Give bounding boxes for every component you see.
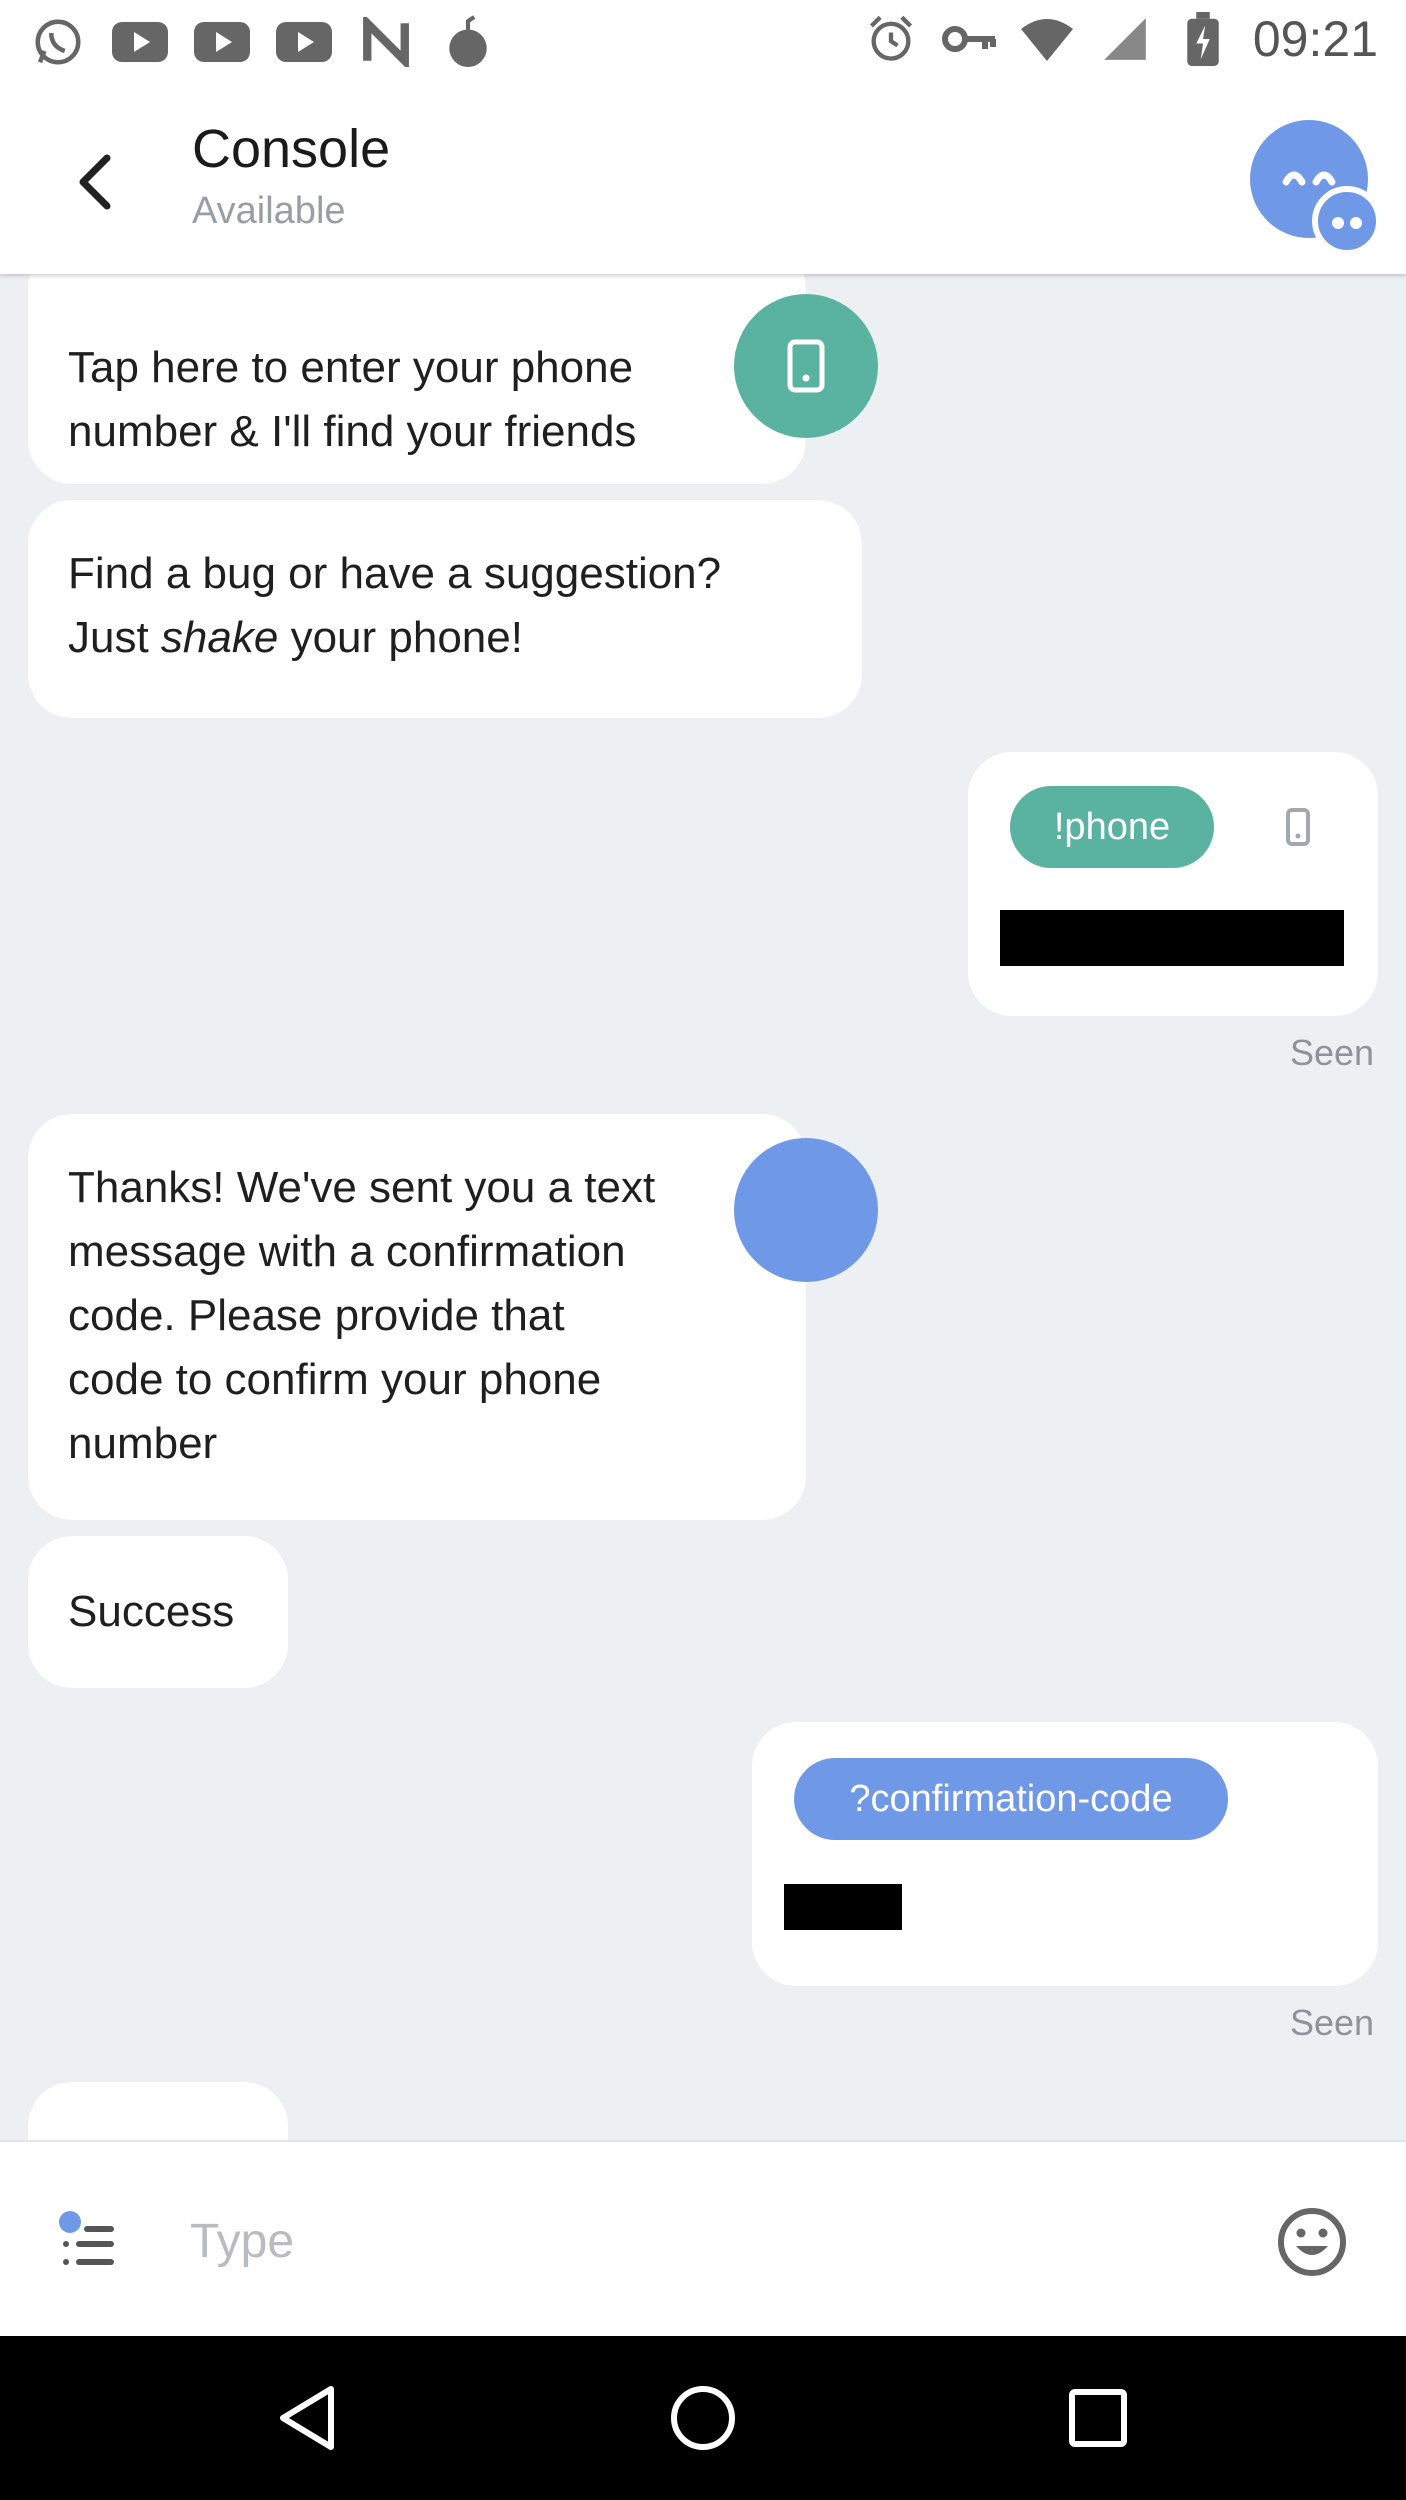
system-navigation-bar: [0, 2336, 1406, 2500]
bot-avatar-circle: [734, 1138, 878, 1282]
nav-home-button[interactable]: [663, 2378, 743, 2458]
message-list[interactable]: Tap here to enter your phone number & I'…: [0, 274, 1406, 2140]
message-text: code to confirm your phone: [68, 1355, 602, 1404]
back-triangle-icon: [280, 2386, 334, 2450]
message-bubble-incoming[interactable]: Success: [28, 1536, 288, 1688]
message-text: code. Please provide that: [68, 1291, 565, 1340]
message-text-part: your phone!: [278, 613, 523, 662]
redacted-confirmation-code: [784, 1884, 902, 1930]
youtube-icon: [276, 14, 332, 70]
message-input[interactable]: [190, 2196, 1190, 2286]
youtube-icon: [112, 14, 168, 70]
phone-icon: [1274, 798, 1322, 858]
system-icons: 09:21: [863, 10, 1378, 68]
message-bubble-incoming[interactable]: Tap here to enter your phone number & I'…: [28, 274, 806, 484]
alarm-icon: [863, 11, 919, 67]
message-text: Just shake your phone!: [68, 606, 822, 670]
smiley-icon: [1278, 2208, 1346, 2276]
youtube-icon: [194, 14, 250, 70]
avatar-badge: [1312, 186, 1382, 256]
recents-square-icon: [1069, 2389, 1127, 2447]
bomb-icon: [440, 14, 496, 70]
composer: [0, 2140, 1406, 2336]
read-receipt: Seen: [1290, 2002, 1375, 2043]
home-circle-icon: [671, 2386, 735, 2450]
wifi-icon: [1019, 11, 1075, 67]
phone-action-button[interactable]: [734, 294, 878, 438]
message-text: Find a bug or have a suggestion?: [68, 549, 722, 598]
message-text: Tap here to enter your phone: [68, 343, 634, 392]
clock-time: 09:21: [1252, 11, 1378, 67]
commands-list-icon: [59, 2211, 114, 2265]
message-text: Thanks! We've sent you a text: [68, 1163, 656, 1212]
chevron-left-icon: [79, 154, 111, 210]
message-text: message with a confirmation: [68, 1227, 626, 1276]
back-button[interactable]: [60, 142, 130, 222]
read-receipt: Seen: [1290, 1032, 1375, 1073]
emoji-button[interactable]: [1272, 2202, 1352, 2282]
message-bubble-incoming[interactable]: [28, 2082, 288, 2140]
vpn-key-icon: [941, 11, 997, 67]
nav-recents-button[interactable]: [1058, 2378, 1138, 2458]
command-chip[interactable]: ?confirmation-code: [794, 1758, 1228, 1840]
command-chip[interactable]: !phone: [1010, 786, 1214, 868]
signal-icon: [1097, 11, 1153, 67]
message-bubble-incoming[interactable]: Find a bug or have a suggestion? Just sh…: [28, 500, 862, 718]
message-text: Success: [68, 1587, 235, 1636]
phone-icon: [787, 339, 825, 393]
commands-menu-button[interactable]: [54, 2206, 128, 2280]
dots-icon: [1332, 217, 1362, 229]
whatsapp-icon: [30, 14, 86, 70]
status-bar: 09:21: [0, 0, 1406, 82]
n-app-icon: [358, 14, 414, 70]
chat-status: Available: [192, 190, 346, 232]
battery-icon: [1175, 11, 1231, 67]
chat-title[interactable]: Console: [192, 118, 390, 180]
nav-back-button[interactable]: [268, 2378, 348, 2458]
message-text-emphasis: shake: [160, 613, 279, 662]
message-text-part: Just: [68, 613, 161, 662]
chat-header: Console Available: [0, 82, 1406, 274]
message-bubble-incoming[interactable]: Thanks! We've sent you a text message wi…: [28, 1114, 806, 1520]
notification-icons: [30, 14, 496, 70]
message-text: number & I'll find your friends: [68, 407, 637, 456]
redacted-phone-number: [1000, 910, 1344, 966]
message-text: number: [68, 1419, 218, 1468]
